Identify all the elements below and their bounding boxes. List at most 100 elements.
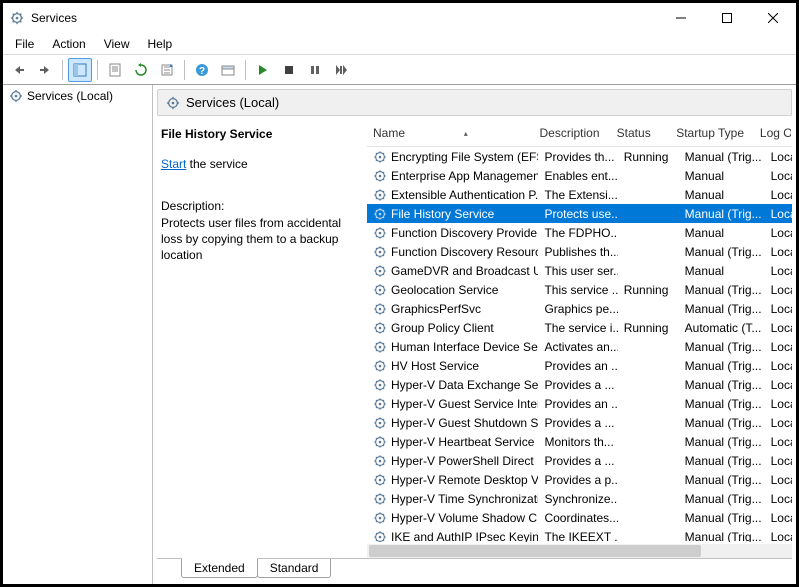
column-name[interactable]: Name ▴: [367, 120, 533, 146]
back-button[interactable]: [7, 58, 31, 82]
cell-startup: Manual (Trig...: [679, 435, 765, 449]
service-icon: [373, 397, 387, 411]
cell-description: The Extensi...: [538, 188, 617, 202]
toolbar-button[interactable]: [216, 58, 240, 82]
cell-logon: Loca: [765, 454, 792, 468]
table-row[interactable]: Hyper-V Remote Desktop Vi...Provides a p…: [367, 470, 792, 489]
cell-name: GraphicsPerfSvc: [367, 302, 538, 316]
maximize-button[interactable]: [704, 3, 750, 33]
table-row[interactable]: Geolocation ServiceThis service ...Runni…: [367, 280, 792, 299]
start-service-link[interactable]: Start: [161, 157, 186, 171]
cell-startup: Manual (Trig...: [679, 340, 765, 354]
table-row[interactable]: Extensible Authentication P...The Extens…: [367, 185, 792, 204]
cell-description: Protects use...: [538, 207, 617, 221]
table-row[interactable]: Hyper-V Volume Shadow C...Coordinates...…: [367, 508, 792, 527]
table-row[interactable]: Hyper-V Heartbeat ServiceMonitors th...M…: [367, 432, 792, 451]
menu-help[interactable]: Help: [140, 35, 181, 53]
column-description-label: Description: [539, 126, 599, 140]
tree-item-services-local[interactable]: Services (Local): [5, 87, 150, 105]
cell-name: Hyper-V Remote Desktop Vi...: [367, 473, 538, 487]
forward-button[interactable]: [33, 58, 57, 82]
cell-startup: Manual (Trig...: [679, 416, 765, 430]
column-startup-type[interactable]: Startup Type: [670, 120, 754, 146]
table-row[interactable]: File History ServiceProtects use...Manua…: [367, 204, 792, 223]
menu-view[interactable]: View: [96, 35, 138, 53]
cell-startup: Manual (Trig...: [679, 207, 765, 221]
cell-name: GameDVR and Broadcast Us...: [367, 264, 538, 278]
cell-logon: Loca: [765, 530, 792, 543]
table-row[interactable]: Hyper-V Guest Shutdown S...Provides a ..…: [367, 413, 792, 432]
table-row[interactable]: HV Host ServiceProvides an ... Manual (Tr…: [367, 356, 792, 375]
cell-description: Coordinates...: [538, 511, 617, 525]
cell-description: Enables ent...: [538, 169, 617, 183]
stop-service-button[interactable]: [277, 58, 301, 82]
cell-startup: Manual (Trig...: [679, 511, 765, 525]
menu-action[interactable]: Action: [44, 35, 93, 53]
horizontal-scrollbar[interactable]: [367, 544, 792, 558]
table-row[interactable]: Function Discovery Provide...The FDPHO..…: [367, 223, 792, 242]
table-row[interactable]: Hyper-V Guest Service Inter...Provides a…: [367, 394, 792, 413]
tab-standard[interactable]: Standard: [257, 559, 332, 578]
menu-file[interactable]: File: [7, 35, 42, 53]
table-row[interactable]: IKE and AuthIP IPsec Keying...The IKEEXT…: [367, 527, 792, 542]
column-logon-as[interactable]: Log On As: [754, 120, 792, 146]
table-row[interactable]: Hyper-V Time Synchronizati...Synchronize…: [367, 489, 792, 508]
table-row[interactable]: GraphicsPerfSvcGraphics pe...Manual (Tri…: [367, 299, 792, 318]
gear-icon: [9, 89, 23, 103]
horizontal-scrollbar-thumb[interactable]: [369, 545, 701, 557]
table-row[interactable]: Hyper-V PowerShell Direct ...Provides a …: [367, 451, 792, 470]
pane-header: Services (Local): [157, 89, 792, 116]
service-icon: [373, 302, 387, 316]
cell-name: Function Discovery Provide...: [367, 226, 538, 240]
cell-name: Human Interface Device Ser...: [367, 340, 538, 354]
cell-name: HV Host Service: [367, 359, 538, 373]
cell-logon: Loca: [765, 302, 792, 316]
properties-button[interactable]: [103, 58, 127, 82]
table-row[interactable]: Function Discovery Resourc...Publishes t…: [367, 242, 792, 261]
table-row[interactable]: Encrypting File System (EFS)Provides th.…: [367, 147, 792, 166]
gear-icon: [166, 96, 180, 110]
tab-extended[interactable]: Extended: [181, 558, 258, 578]
svg-text:?: ?: [199, 66, 205, 77]
service-icon: [373, 321, 387, 335]
show-hide-tree-button[interactable]: [68, 58, 92, 82]
close-button[interactable]: [750, 3, 796, 33]
restart-service-button[interactable]: [329, 58, 353, 82]
service-icon: [373, 226, 387, 240]
service-icon: [373, 340, 387, 354]
description-label: Description:: [161, 198, 357, 214]
table-row[interactable]: Hyper-V Data Exchange Ser...Provides a .…: [367, 375, 792, 394]
column-status-label: Status: [617, 126, 651, 140]
cell-logon: Loca: [765, 511, 792, 525]
minimize-button[interactable]: [658, 3, 704, 33]
table-row[interactable]: Group Policy ClientThe service i...Runni…: [367, 318, 792, 337]
cell-startup: Manual (Trig...: [679, 302, 765, 316]
list-body[interactable]: Encrypting File System (EFS)Provides th.…: [367, 147, 792, 542]
column-status[interactable]: Status: [611, 120, 671, 146]
menu-bar: File Action View Help: [3, 33, 796, 55]
cell-status: Running: [618, 283, 679, 297]
cell-startup: Manual (Trig...: [679, 378, 765, 392]
cell-description: Provides an ...: [538, 359, 617, 373]
cell-startup: Manual: [679, 264, 765, 278]
cell-description: Provides th...: [538, 150, 617, 164]
service-icon: [373, 264, 387, 278]
start-service-button[interactable]: [251, 58, 275, 82]
column-description[interactable]: Description: [533, 120, 610, 146]
export-list-button[interactable]: [155, 58, 179, 82]
cell-logon: Loca: [765, 473, 792, 487]
pause-service-button[interactable]: [303, 58, 327, 82]
cell-logon: Loca: [765, 207, 792, 221]
help-button[interactable]: ?: [190, 58, 214, 82]
table-row[interactable]: Enterprise App Managemen...Enables ent..…: [367, 166, 792, 185]
cell-startup: Manual (Trig...: [679, 359, 765, 373]
cell-startup: Manual: [679, 226, 765, 240]
refresh-button[interactable]: [129, 58, 153, 82]
window-title: Services: [31, 11, 77, 25]
table-row[interactable]: GameDVR and Broadcast Us...This user ser…: [367, 261, 792, 280]
service-icon: [373, 435, 387, 449]
cell-startup: Manual (Trig...: [679, 150, 765, 164]
table-row[interactable]: Human Interface Device Ser...Activates a…: [367, 337, 792, 356]
toolbar-separator: [62, 60, 63, 80]
cell-description: Provides a p...: [538, 473, 617, 487]
